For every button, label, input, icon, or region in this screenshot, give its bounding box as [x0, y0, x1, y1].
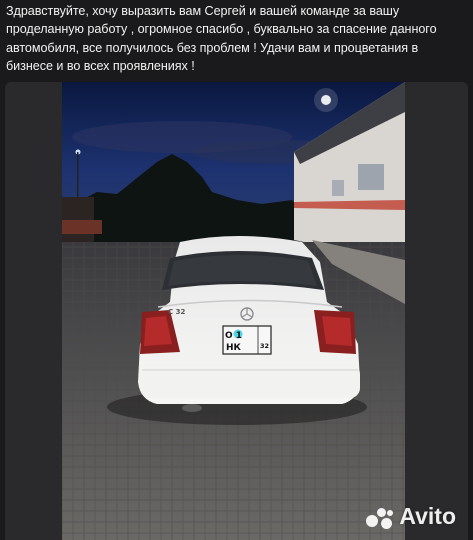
plate-region: 32	[260, 342, 269, 350]
plate-line2: НК	[226, 343, 242, 353]
review-message-text: Здравствуйте, хочу выразить вам Сергей и…	[6, 4, 437, 74]
avito-dots-icon	[366, 505, 394, 529]
car-photo-illustration: C 32 О 1 НК 32	[62, 82, 405, 540]
car-photo[interactable]: C 32 О 1 НК 32	[62, 82, 405, 540]
plate-line1: О 1	[225, 331, 242, 341]
review-photo-frame[interactable]: C 32 О 1 НК 32 Avito	[5, 82, 468, 540]
car-badge-text: C 32	[168, 308, 185, 316]
avito-watermark-text: Avito	[399, 503, 456, 529]
avito-watermark: Avito	[366, 503, 456, 530]
